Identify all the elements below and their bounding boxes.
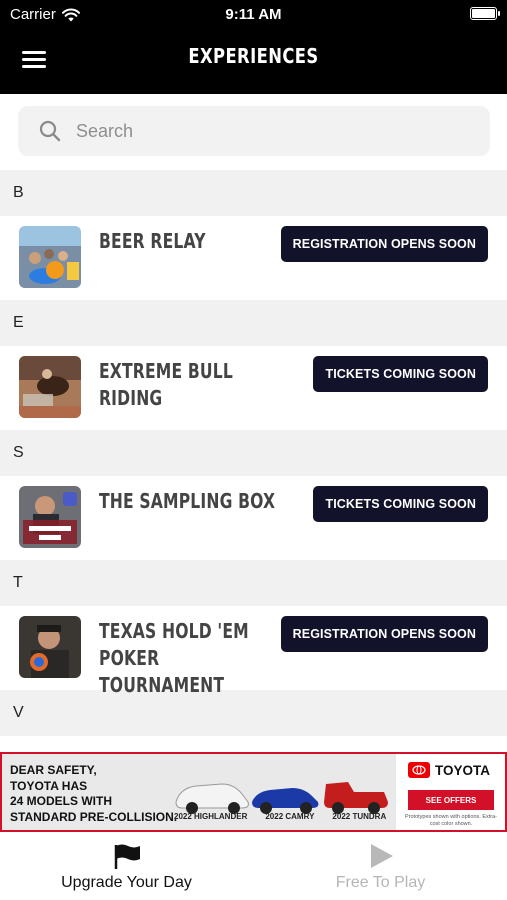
brand-name: TOYOTA — [435, 762, 491, 778]
play-icon — [370, 844, 393, 868]
see-offers-button[interactable]: SEE OFFERS — [408, 790, 494, 810]
list-item[interactable]: BEER RELAY REGISTRATION OPENS SOON — [0, 216, 507, 300]
car-captions: 2022 HIGHLANDER 2022 CAMRY 2022 TUNDRA — [174, 812, 386, 821]
beer-relay-thumbnail — [19, 226, 81, 288]
tickets-button[interactable]: TICKETS COMING SOON — [313, 356, 488, 392]
search-input[interactable] — [76, 120, 456, 142]
row-title: THE SAMPLING BOX — [99, 489, 276, 513]
section-header-e: E — [0, 300, 507, 346]
status-bar: Carrier 9:11 AM — [0, 0, 507, 30]
top-bar: Carrier 9:11 AM EXPERIENCES — [0, 0, 507, 94]
row-title: EXTREME BULL RIDING — [99, 359, 233, 410]
tab-bar: Upgrade Your Day Free To Play — [0, 832, 507, 900]
poker-tournament-thumbnail — [19, 616, 81, 678]
toyota-logo-group: TOYOTA — [408, 762, 490, 778]
tab-free-to-play[interactable]: Free To Play — [254, 832, 507, 900]
ad-brand-panel: TOYOTA SEE OFFERS Prototypes shown with … — [396, 754, 505, 830]
list-item[interactable]: THE SAMPLING BOX TICKETS COMING SOON — [0, 476, 507, 560]
list-item[interactable]: TEXAS HOLD 'EM POKER TOURNAMENT REGISTRA… — [0, 606, 507, 697]
registration-button[interactable]: REGISTRATION OPENS SOON — [280, 616, 488, 652]
status-time: 9:11 AM — [225, 6, 282, 23]
toyota-logo-icon — [408, 762, 430, 778]
section-header-s: S — [0, 430, 507, 476]
car-caption: 2022 CAMRY — [265, 812, 315, 821]
tab-label: Free To Play — [335, 874, 426, 891]
row-title: TEXAS HOLD 'EM POKER TOURNAMENT — [99, 619, 249, 697]
tab-label: Upgrade Your Day — [61, 874, 192, 891]
ad-headline: DEAR SAFETY, TOYOTA HAS 24 MODELS WITH S… — [10, 763, 178, 824]
search-bar-container — [0, 94, 507, 170]
experience-list: B BEER RELAY REGISTRATION OPENS SOON E E… — [0, 170, 507, 820]
section-header-t: T — [0, 560, 507, 606]
ad-disclaimer: Prototypes shown with options. Extra-cos… — [404, 814, 497, 827]
hamburger-menu-icon[interactable] — [22, 49, 48, 69]
search-bar[interactable] — [18, 106, 490, 156]
list-item[interactable]: EXTREME BULL RIDING TICKETS COMING SOON — [0, 346, 507, 430]
page-title: EXPERIENCES — [188, 44, 319, 68]
car-caption: 2022 HIGHLANDER — [174, 812, 248, 821]
registration-button[interactable]: REGISTRATION OPENS SOON — [280, 226, 488, 262]
flag-icon — [114, 844, 140, 869]
toyota-banner-ad[interactable]: DEAR SAFETY, TOYOTA HAS 24 MODELS WITH S… — [0, 752, 507, 832]
row-title: BEER RELAY — [99, 229, 206, 253]
tickets-button[interactable]: TICKETS COMING SOON — [313, 486, 488, 522]
car-caption: 2022 TUNDRA — [332, 812, 387, 821]
tab-upgrade-your-day[interactable]: Upgrade Your Day — [0, 832, 253, 900]
bull-riding-thumbnail — [19, 356, 81, 418]
sampling-box-thumbnail — [19, 486, 81, 548]
battery-icon — [470, 7, 500, 20]
search-icon — [39, 120, 61, 142]
section-header-b: B — [0, 170, 507, 216]
